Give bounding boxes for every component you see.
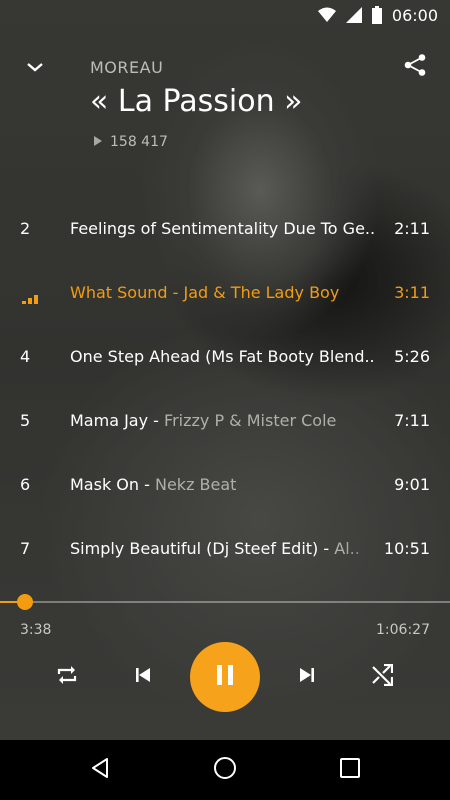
shuffle-button[interactable]: [367, 662, 397, 692]
track-duration: 9:01: [394, 474, 430, 494]
share-icon: [403, 53, 427, 81]
track-artist: Frizzy P & Mister Cole: [164, 410, 337, 430]
skip-previous-icon: [135, 667, 151, 687]
track-duration: 10:51: [383, 538, 430, 558]
previous-button[interactable]: [128, 662, 158, 692]
track-row[interactable]: 4 One Step Ahead (Ms Fat Booty Blend.. 5…: [0, 324, 450, 388]
track-artist: Nekz Beat: [154, 474, 237, 494]
seek-bar[interactable]: [0, 594, 450, 610]
system-navigation-bar: [0, 740, 450, 800]
play-count: 158 417: [94, 134, 168, 150]
elapsed-time: 3:38: [20, 622, 52, 638]
now-playing-equalizer-icon: [22, 294, 38, 304]
track-separator: -: [318, 538, 335, 558]
track-row[interactable]: 6 Mask On - Nekz Beat 9:01: [0, 452, 450, 516]
next-button[interactable]: [292, 662, 322, 692]
track-number: 7: [20, 538, 31, 558]
collapse-button[interactable]: [20, 52, 50, 82]
track-title-wrap: What Sound - Jad & The Lady Boy: [70, 283, 382, 302]
track-title-wrap: One Step Ahead (Ms Fat Booty Blend..: [70, 347, 382, 366]
track-number: 2: [20, 218, 31, 238]
track-row-playing[interactable]: What Sound - Jad & The Lady Boy 3:11: [0, 260, 450, 324]
track-title: Feelings of Sentimentality Due To Ge..: [70, 218, 376, 238]
recents-square-icon: [340, 758, 360, 782]
repeat-button[interactable]: [52, 662, 82, 692]
track-title: Simply Beautiful (Dj Steef Edit): [70, 538, 319, 558]
track-number: 5: [20, 410, 31, 430]
home-circle-icon: [213, 756, 237, 784]
track-row[interactable]: 5 Mama Jay - Frizzy P & Mister Cole 7:11: [0, 388, 450, 452]
track-artist: Jad & The Lady Boy: [183, 282, 340, 302]
track-separator: -: [139, 474, 155, 494]
track-list: 2 Feelings of Sentimentality Due To Ge..…: [0, 196, 450, 580]
play-count-icon: [94, 134, 102, 150]
track-title: One Step Ahead (Ms Fat Booty Blend..: [70, 346, 375, 366]
track-title-wrap: Mama Jay - Frizzy P & Mister Cole: [70, 411, 382, 430]
pause-button[interactable]: [190, 642, 260, 712]
recents-button[interactable]: [335, 755, 365, 785]
track-number: 4: [20, 346, 31, 366]
track-duration: 5:26: [394, 346, 430, 366]
track-separator: -: [148, 410, 165, 430]
track-duration: 2:11: [394, 218, 430, 238]
album-title: « La Passion »: [90, 84, 303, 119]
back-button[interactable]: [85, 755, 115, 785]
total-time: 1:06:27: [376, 622, 430, 638]
artist-name: MOREAU: [90, 58, 164, 77]
track-title-wrap: Feelings of Sentimentality Due To Ge..: [70, 219, 382, 238]
track-title-wrap: Simply Beautiful (Dj Steef Edit) - Al..: [70, 539, 382, 558]
track-row[interactable]: 7 Simply Beautiful (Dj Steef Edit) - Al.…: [0, 516, 450, 580]
track-title: What Sound: [70, 282, 168, 302]
track-separator: -: [167, 282, 184, 302]
shuffle-icon: [371, 663, 394, 690]
repeat-icon: [55, 664, 79, 690]
track-title: Mask On: [70, 474, 140, 494]
back-triangle-icon: [89, 757, 111, 783]
track-artist: Al..: [334, 538, 360, 558]
track-row[interactable]: 2 Feelings of Sentimentality Due To Ge..…: [0, 196, 450, 260]
playback-controls: [0, 642, 450, 712]
seek-bar-thumb[interactable]: [16, 594, 33, 610]
seek-bar-track: [0, 601, 450, 603]
chevron-down-icon: [26, 58, 44, 77]
share-button[interactable]: [398, 50, 432, 84]
track-title-wrap: Mask On - Nekz Beat: [70, 475, 382, 494]
track-title: Mama Jay: [70, 410, 149, 430]
home-button[interactable]: [210, 755, 240, 785]
skip-next-icon: [299, 667, 315, 687]
track-number: 6: [20, 474, 31, 494]
album-header: MOREAU « La Passion » 158 417: [0, 0, 450, 200]
play-count-value: 158 417: [110, 134, 168, 150]
pause-icon: [216, 665, 234, 689]
track-duration: 7:11: [394, 410, 430, 430]
track-duration: 3:11: [394, 282, 430, 302]
